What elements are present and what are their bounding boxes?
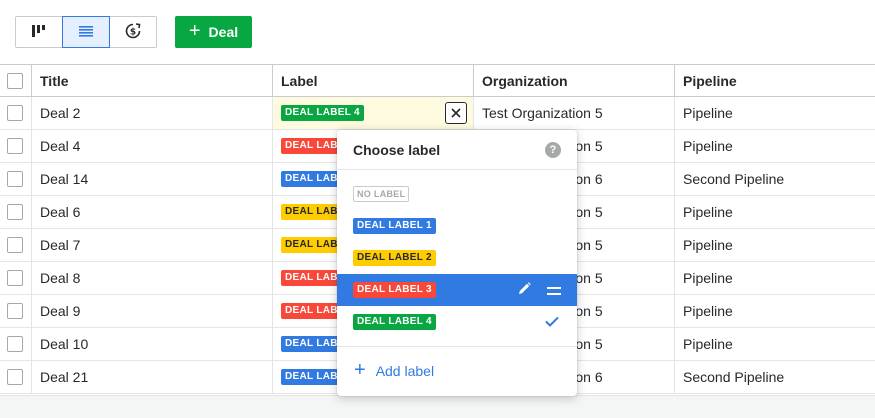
row-select-cell	[0, 328, 32, 360]
label-option-badge: DEAL LABEL 3	[353, 282, 436, 298]
list-view-icon	[79, 24, 93, 40]
label-picker-title: Choose label	[353, 141, 441, 158]
row-select-cell	[0, 262, 32, 294]
row-checkbox[interactable]	[7, 105, 23, 121]
table-row[interactable]: Deal 2 DEAL LABEL 4 Test Organization 5 Pip…	[0, 97, 875, 130]
label-badge: DEAL LABEL 4	[281, 105, 364, 121]
row-select-cell	[0, 130, 32, 162]
table-footer	[0, 395, 875, 418]
row-checkbox[interactable]	[7, 138, 23, 154]
column-header-title[interactable]: Title	[32, 65, 273, 96]
add-deal-label: Deal	[208, 24, 239, 40]
forecast-view-button[interactable]: $	[109, 16, 157, 48]
deal-title-cell[interactable]: Deal 10	[32, 328, 273, 360]
close-icon	[451, 105, 461, 121]
select-all-cell	[0, 65, 32, 96]
help-icon[interactable]: ?	[545, 141, 561, 158]
row-select-cell	[0, 196, 32, 228]
deal-title-cell[interactable]: Deal 2	[32, 97, 273, 129]
row-checkbox[interactable]	[7, 204, 23, 220]
label-option-badge: DEAL LABEL 1	[353, 218, 436, 234]
row-select-cell	[0, 361, 32, 393]
row-select-cell	[0, 97, 32, 129]
clear-label-button[interactable]	[445, 102, 467, 124]
toolbar: $ + Deal	[0, 0, 875, 64]
deal-title-cell[interactable]: Deal 7	[32, 229, 273, 261]
row-checkbox[interactable]	[7, 171, 23, 187]
organization-cell[interactable]: Test Organization 5	[474, 97, 675, 129]
deal-title-cell[interactable]: Deal 21	[32, 361, 273, 393]
forecast-view-icon: $	[125, 22, 141, 42]
pipeline-cell[interactable]: Pipeline	[675, 97, 875, 129]
label-option-actions	[518, 274, 561, 306]
pipeline-cell[interactable]: Pipeline	[675, 196, 875, 228]
table-header: Title Label Organization Pipeline	[0, 64, 875, 97]
deal-title-cell[interactable]: Deal 8	[32, 262, 273, 294]
pipeline-cell[interactable]: Pipeline	[675, 229, 875, 261]
add-label-button[interactable]: + Add label	[337, 347, 577, 395]
reorder-label-handle[interactable]	[547, 282, 561, 298]
label-option[interactable]: DEAL LABEL 2	[337, 242, 577, 274]
select-all-checkbox[interactable]	[7, 72, 23, 89]
pipeline-cell[interactable]: Second Pipeline	[675, 163, 875, 195]
column-header-organization[interactable]: Organization	[474, 65, 675, 96]
label-picker-dropdown: Choose label ? NO LABEL DEAL LABEL 1 DEAL …	[337, 130, 577, 396]
add-deal-button[interactable]: + Deal	[175, 16, 252, 48]
row-select-cell	[0, 295, 32, 327]
checkmark-icon	[545, 314, 559, 330]
label-option-badge: DEAL LABEL 2	[353, 250, 436, 266]
deal-title-cell[interactable]: Deal 6	[32, 196, 273, 228]
row-checkbox[interactable]	[7, 369, 23, 385]
pipeline-view-icon	[32, 24, 46, 40]
edit-label-button[interactable]	[518, 282, 531, 298]
deal-title-cell[interactable]: Deal 4	[32, 130, 273, 162]
label-options-list: NO LABEL DEAL LABEL 1 DEAL LABEL 2 DEAL LAB…	[337, 170, 577, 338]
pipeline-view-button[interactable]	[15, 16, 63, 48]
deal-title-cell[interactable]: Deal 14	[32, 163, 273, 195]
label-picker-header: Choose label ?	[337, 130, 577, 170]
plus-icon: +	[354, 359, 366, 381]
column-header-label[interactable]: Label	[273, 65, 474, 96]
label-option[interactable]: NO LABEL	[337, 178, 577, 210]
row-checkbox[interactable]	[7, 237, 23, 253]
column-header-pipeline[interactable]: Pipeline	[675, 65, 875, 96]
drag-handle-icon	[547, 282, 561, 298]
label-option-badge: DEAL LABEL 4	[353, 314, 436, 330]
deal-title-cell[interactable]: Deal 9	[32, 295, 273, 327]
pipeline-cell[interactable]: Pipeline	[675, 328, 875, 360]
pipeline-cell[interactable]: Pipeline	[675, 130, 875, 162]
svg-text:$: $	[130, 27, 136, 37]
label-option[interactable]: DEAL LABEL 3	[337, 274, 577, 306]
label-option[interactable]: DEAL LABEL 4	[337, 306, 577, 338]
row-checkbox[interactable]	[7, 270, 23, 286]
plus-icon: +	[188, 20, 201, 42]
add-label-text: Add label	[375, 363, 435, 379]
deal-label-cell[interactable]: DEAL LABEL 4	[273, 97, 474, 129]
view-switcher: $	[15, 16, 157, 48]
pipeline-cell[interactable]: Second Pipeline	[675, 361, 875, 393]
pencil-icon	[518, 282, 531, 298]
row-checkbox[interactable]	[7, 303, 23, 319]
pipeline-cell[interactable]: Pipeline	[675, 262, 875, 294]
row-select-cell	[0, 229, 32, 261]
label-option[interactable]: DEAL LABEL 1	[337, 210, 577, 242]
row-checkbox[interactable]	[7, 336, 23, 352]
pipeline-cell[interactable]: Pipeline	[675, 295, 875, 327]
label-option-badge: NO LABEL	[353, 186, 410, 202]
list-view-button[interactable]	[62, 16, 110, 48]
row-select-cell	[0, 163, 32, 195]
